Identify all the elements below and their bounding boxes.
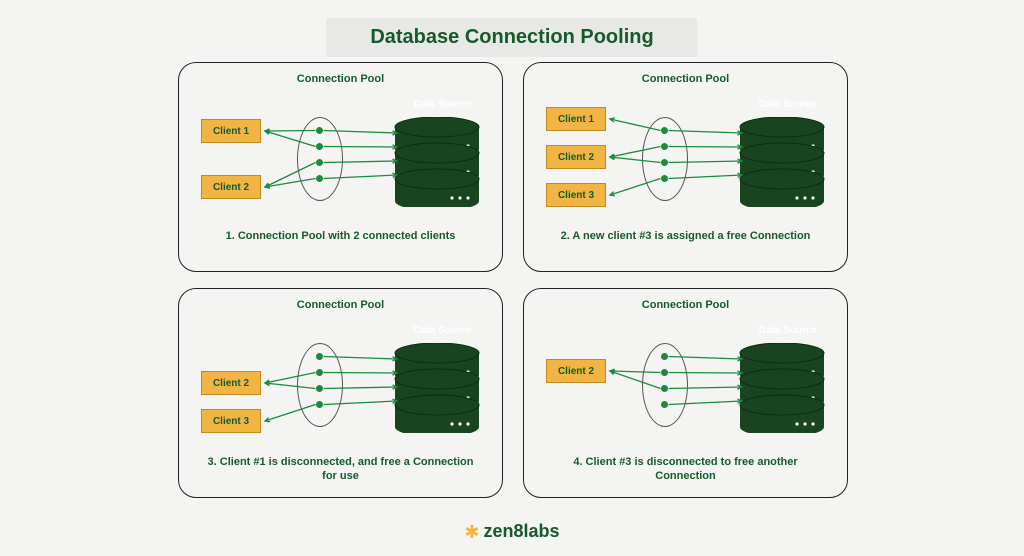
logo-text: zen8labs xyxy=(484,521,560,542)
data-source-label: Data Source xyxy=(414,99,472,110)
connection-dot xyxy=(661,401,668,408)
client-box: Client 2 xyxy=(546,145,606,169)
diagram-area: Client 1 Client 2 Client 3 Data Source xyxy=(538,89,833,229)
client-box: Client 3 xyxy=(546,183,606,207)
panel-1: Connection Pool Client 1 Client 2 Data Sour… xyxy=(178,62,503,272)
connection-dot xyxy=(661,369,668,376)
pool-label: Connection Pool xyxy=(538,73,833,85)
database-icon xyxy=(739,117,825,212)
pool-label: Connection Pool xyxy=(193,73,488,85)
connection-dot xyxy=(661,353,668,360)
data-source-label: Data Source xyxy=(414,325,472,336)
connection-dot xyxy=(316,143,323,150)
database-icon xyxy=(739,343,825,438)
client-box: Client 1 xyxy=(201,119,261,143)
page-title: Database Connection Pooling xyxy=(370,26,653,49)
panel-4: Connection Pool Client 2 Data Source 4. Cli… xyxy=(523,288,848,498)
client-box: Client 3 xyxy=(201,409,261,433)
connection-dot xyxy=(661,175,668,182)
connection-dot xyxy=(316,159,323,166)
panel-3: Connection Pool Client 2 Client 3 Data Sour… xyxy=(178,288,503,498)
data-source-label: Data Source xyxy=(759,325,817,336)
connection-dot xyxy=(661,127,668,134)
page-root: Database Connection Pooling Connection P… xyxy=(0,0,1024,556)
client-box: Client 1 xyxy=(546,107,606,131)
connection-dot xyxy=(661,159,668,166)
connection-dot xyxy=(316,127,323,134)
panel-caption: 1. Connection Pool with 2 connected clie… xyxy=(193,229,488,243)
pool-label: Connection Pool xyxy=(538,299,833,311)
database-icon xyxy=(394,343,480,438)
connection-dot xyxy=(316,175,323,182)
logo-star-icon: ✱ xyxy=(464,523,479,541)
panel-caption: 4. Client #3 is disconnected to free ano… xyxy=(538,455,833,484)
connection-dot xyxy=(316,401,323,408)
connection-dot xyxy=(661,385,668,392)
logo: ✱ zen8labs xyxy=(464,521,559,542)
panels-grid: Connection Pool Client 1 Client 2 Data Sour… xyxy=(178,62,848,498)
connection-dot xyxy=(661,143,668,150)
panel-caption: 2. A new client #3 is assigned a free Co… xyxy=(538,229,833,243)
data-source-label: Data Source xyxy=(759,99,817,110)
connection-dot xyxy=(316,369,323,376)
diagram-area: Client 2 Client 3 Data Source xyxy=(193,315,488,455)
connection-dot xyxy=(316,353,323,360)
client-box: Client 2 xyxy=(546,359,606,383)
panel-caption: 3. Client #1 is disconnected, and free a… xyxy=(193,455,488,484)
connection-dot xyxy=(316,385,323,392)
pool-label: Connection Pool xyxy=(193,299,488,311)
diagram-area: Client 1 Client 2 Data Source xyxy=(193,89,488,229)
title-bar: Database Connection Pooling xyxy=(326,18,697,57)
diagram-area: Client 2 Data Source xyxy=(538,315,833,455)
panel-2: Connection Pool Client 1 Client 2 Client 3 D… xyxy=(523,62,848,272)
database-icon xyxy=(394,117,480,212)
client-box: Client 2 xyxy=(201,371,261,395)
client-box: Client 2 xyxy=(201,175,261,199)
